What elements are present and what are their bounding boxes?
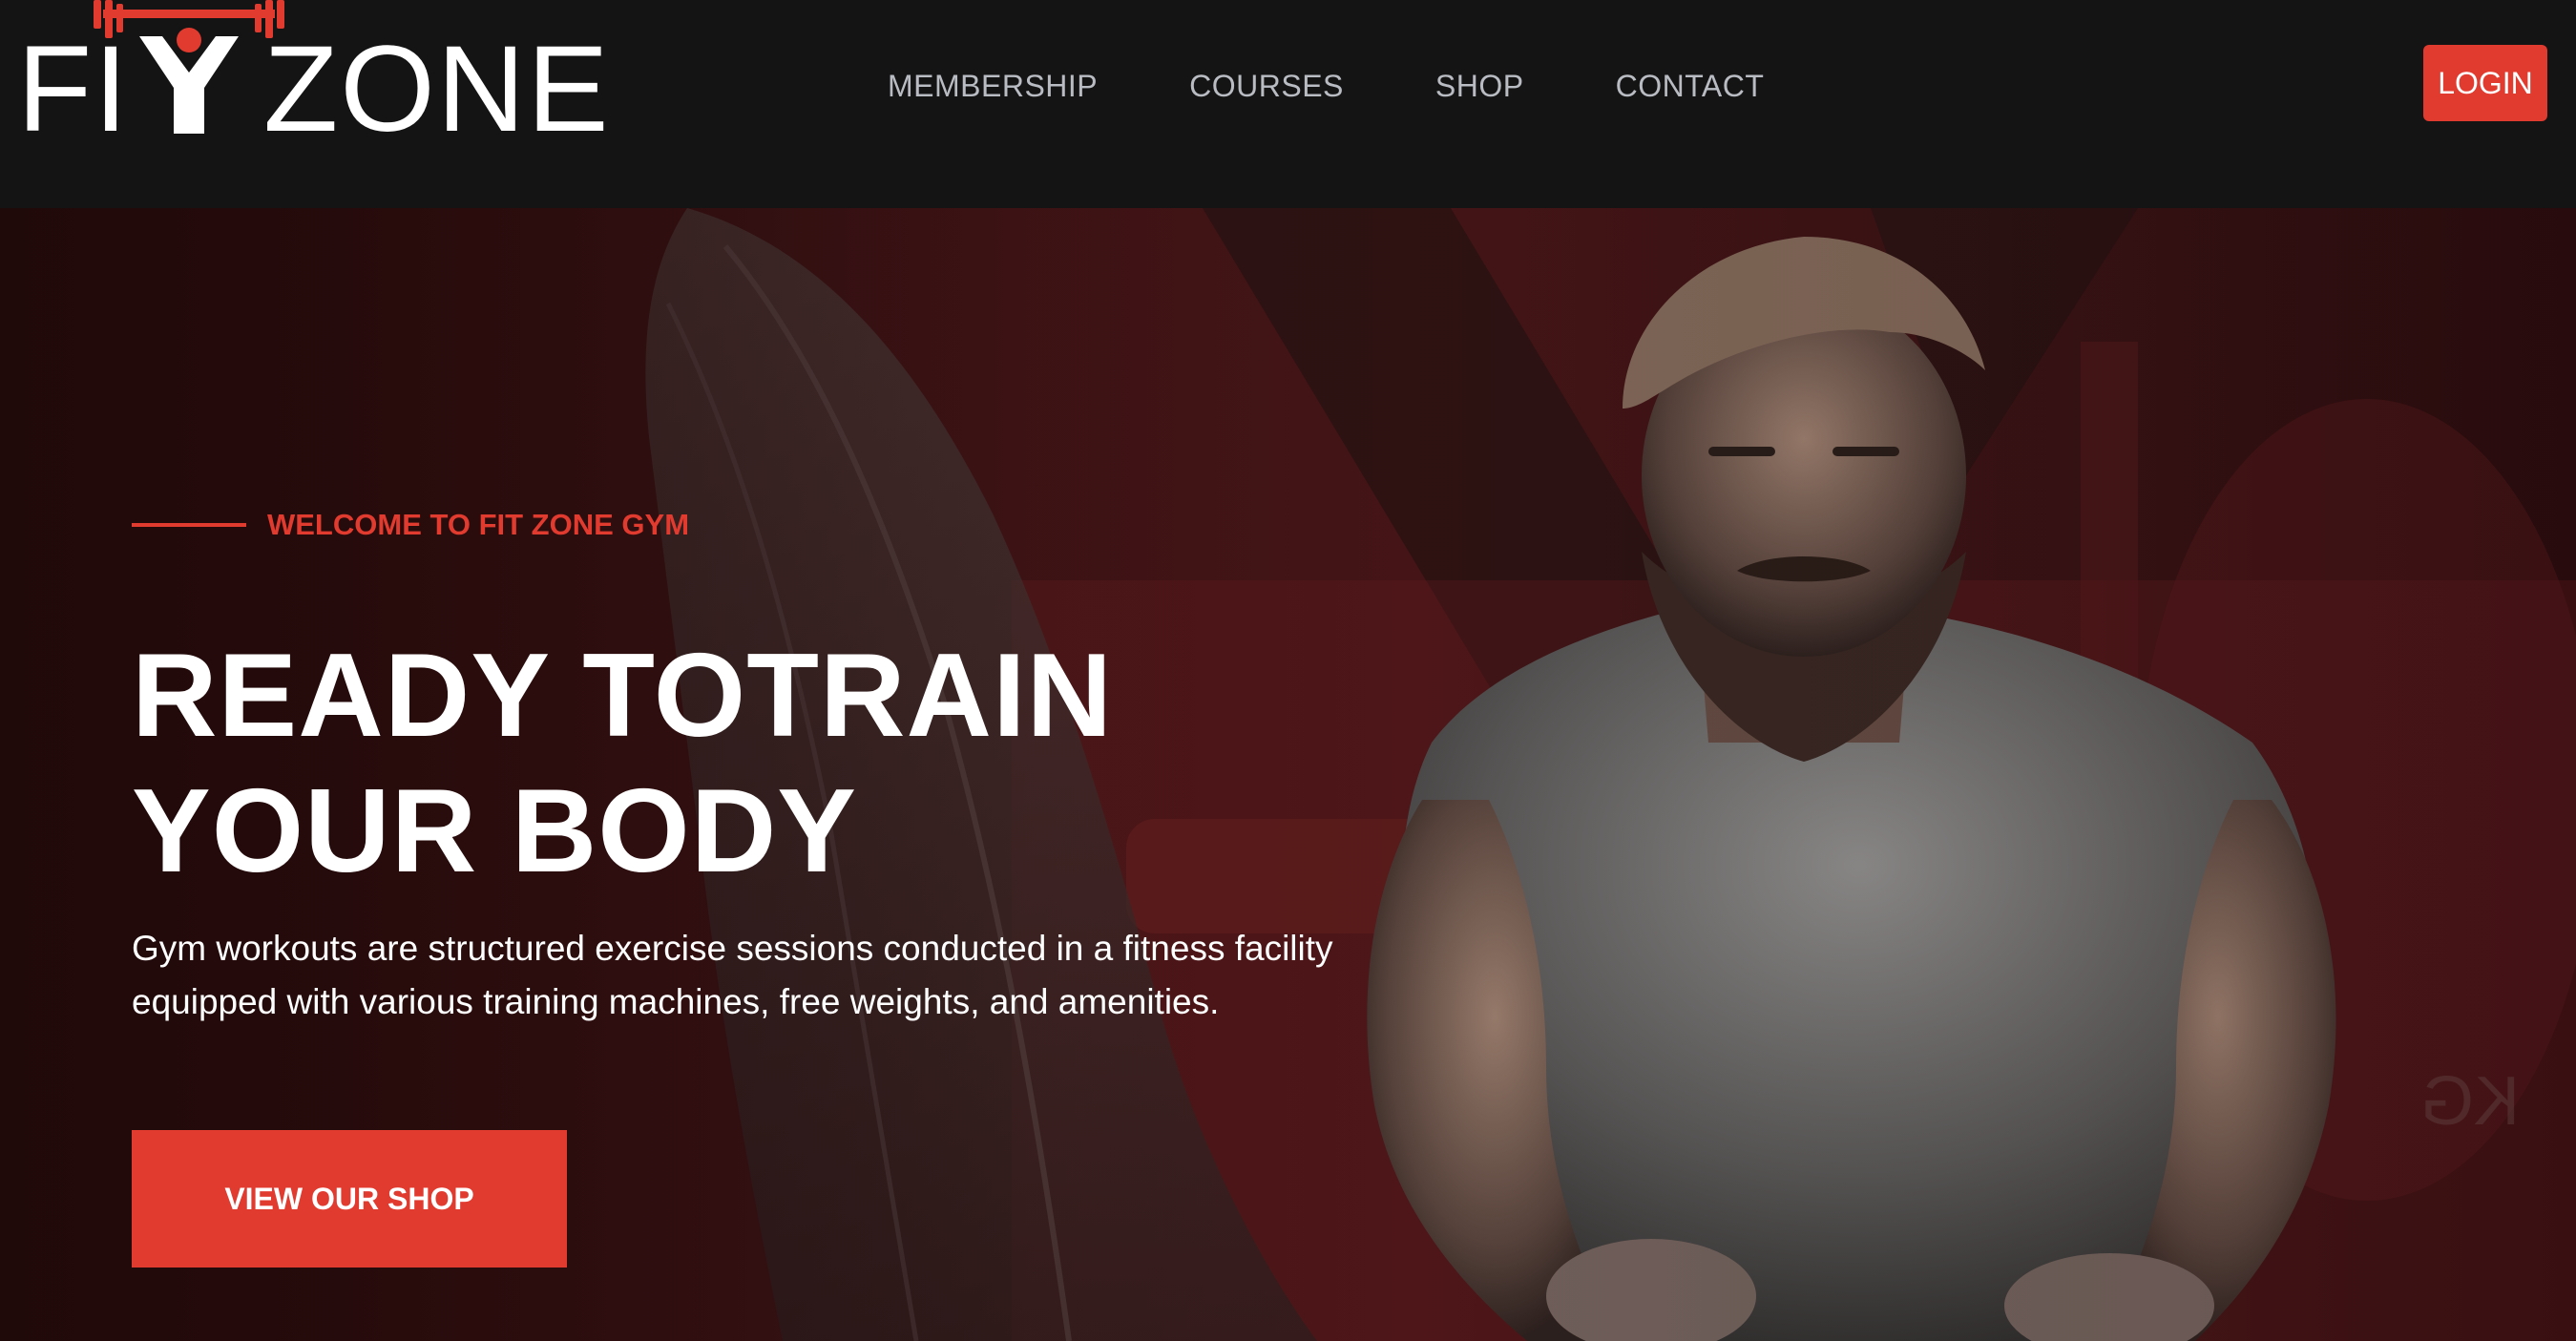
hero-description: Gym workouts are structured exercise ses… (132, 929, 1333, 1021)
headline-line-2: YOUR BODY (132, 765, 857, 897)
nav-courses[interactable]: COURSES (1189, 67, 1344, 105)
hero-eyebrow: WELCOME TO FIT ZONE GYM (267, 508, 690, 541)
main-nav: MEMBERSHIP COURSES SHOP CONTACT (888, 67, 1764, 105)
navbar: FI ZONE MEMBERSHIP COURSES SHOP CONTACT … (0, 0, 2576, 208)
hero-section: KG WELCOME TO FIT ZONE GYM REA (0, 208, 2576, 1341)
headline-line-1: READY TOTRAIN (132, 630, 1114, 762)
fitzone-logo[interactable]: FI ZONE (17, 0, 609, 151)
nav-shop[interactable]: SHOP (1435, 67, 1524, 105)
eyebrow-divider (132, 523, 246, 527)
login-button[interactable]: LOGIN (2423, 45, 2547, 121)
hero-headline: READY TOTRAIN YOUR BODY (132, 628, 1372, 899)
nav-contact[interactable]: CONTACT (1616, 67, 1765, 105)
logo-text-zone: ZONE (263, 21, 611, 157)
view-shop-button[interactable]: VIEW OUR SHOP (132, 1130, 567, 1268)
nav-membership[interactable]: MEMBERSHIP (888, 67, 1098, 105)
